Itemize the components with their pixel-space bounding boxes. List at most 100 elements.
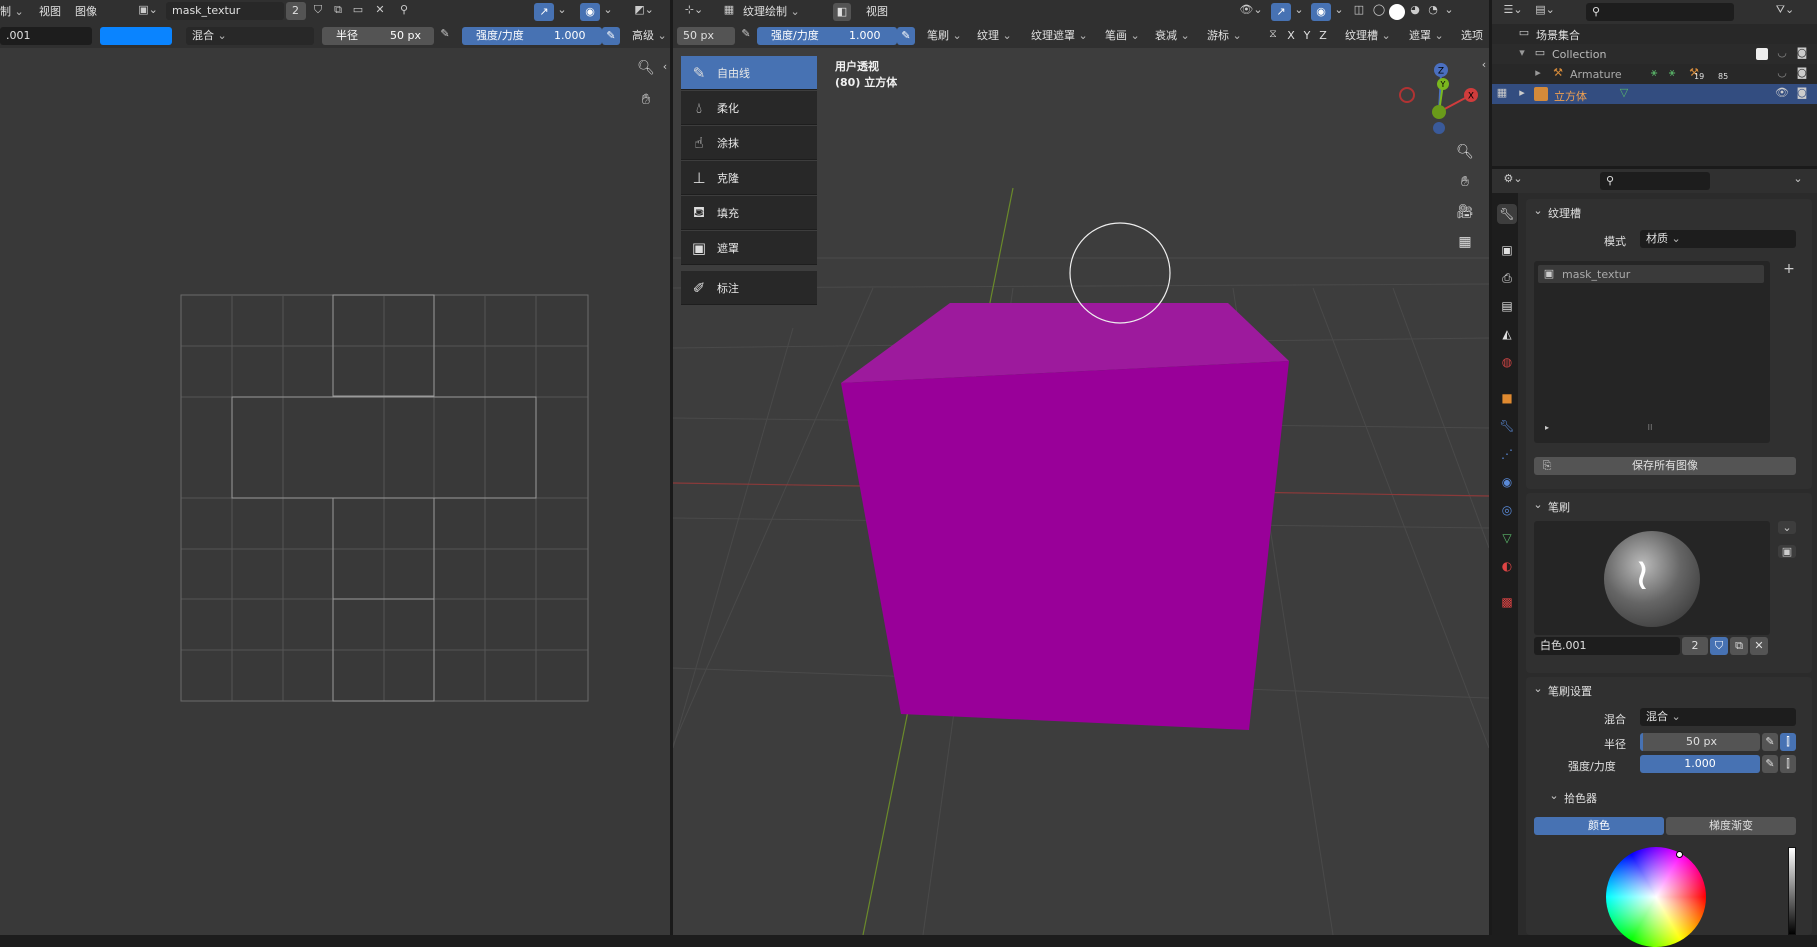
pen-pressure-icon[interactable]: ✎ xyxy=(436,27,454,40)
expand-arrow-icon[interactable]: ▾ xyxy=(1516,46,1528,59)
strength-slider[interactable]: 强度/力度 1.000 xyxy=(757,27,897,45)
panel-collapse-icon[interactable]: ⌄ xyxy=(1548,789,1560,802)
falloff-menu[interactable]: 衰减 xyxy=(1155,27,1190,45)
menu-view[interactable]: 视图 xyxy=(39,3,61,21)
brush-menu[interactable]: 笔刷 xyxy=(927,27,962,45)
view-layer-tab-icon[interactable]: ▤ xyxy=(1497,296,1517,316)
viewport-canvas[interactable]: ✎ 自由线 💧︎ 柔化 ☝︎ 涂抹 ⊥ 克隆 ⛾ 填充 ▣ 遮罩 ✐ 标注 用户… xyxy=(673,48,1489,935)
outliner-row-collection[interactable]: ▾ ▭ Collection ◡ ◙ xyxy=(1492,44,1817,64)
physics-tab-icon[interactable]: ◉ xyxy=(1497,472,1517,492)
grid-view-icon[interactable]: ▦ xyxy=(1453,230,1477,254)
strength-slider[interactable]: 强度/力度 1.000 xyxy=(462,27,602,45)
mirror-x-toggle[interactable]: X xyxy=(1283,27,1299,45)
rendered-shading-icon[interactable]: ◔ xyxy=(1425,3,1441,16)
resize-handle-icon[interactable]: ⁝⁝ xyxy=(1642,423,1658,432)
properties-search-field[interactable]: ⚲ xyxy=(1600,172,1710,190)
value-slider[interactable] xyxy=(1788,847,1796,935)
pen-pressure-icon[interactable]: ✎ xyxy=(1762,755,1778,773)
image-name-field[interactable]: mask_textur xyxy=(166,2,284,20)
tool-fill[interactable]: ⛾ 填充 xyxy=(681,196,817,230)
editor-type-icon[interactable]: ☰⌄ xyxy=(1500,3,1526,16)
expand-arrow-icon[interactable]: ▸ xyxy=(1542,423,1552,432)
duplicate-icon[interactable]: ⧉ xyxy=(330,3,346,17)
tool-clone[interactable]: ⊥ 克隆 xyxy=(681,161,817,195)
view-menu[interactable]: 视图 xyxy=(866,3,888,21)
mirror-y-toggle[interactable]: Y xyxy=(1299,27,1315,45)
panel-collapse-icon[interactable]: ⌄ xyxy=(1532,204,1544,217)
radius-unit-icon[interactable]: ⫿ xyxy=(1780,733,1796,751)
data-tab-icon[interactable]: ▽ xyxy=(1497,528,1517,548)
tool-soften[interactable]: 💧︎ 柔化 xyxy=(681,91,817,125)
tool-mask[interactable]: ▣ 遮罩 xyxy=(681,231,817,265)
tab-gradient[interactable]: 梯度渐变 xyxy=(1666,817,1796,835)
mask-menu[interactable]: 遮罩 xyxy=(1409,27,1444,45)
solid-shading-icon[interactable] xyxy=(1389,4,1405,20)
panel-title[interactable]: 纹理槽 xyxy=(1548,205,1581,221)
chevron-down-icon[interactable]: ⌄ xyxy=(1333,3,1345,16)
expand-arrow-icon[interactable]: ▸ xyxy=(1532,66,1544,79)
tab-color[interactable]: 颜色 xyxy=(1534,817,1664,835)
chevron-down-icon[interactable]: ⌄ xyxy=(1778,521,1796,534)
expand-arrow-icon[interactable]: ▸ xyxy=(1516,86,1528,99)
tool-smear[interactable]: ☝︎ 涂抹 xyxy=(681,126,817,160)
pen-pressure-icon[interactable]: ✎ xyxy=(897,27,915,45)
chevron-down-icon[interactable]: ⌄ xyxy=(1293,3,1305,16)
chevron-down-icon[interactable]: ⌄ xyxy=(602,3,614,16)
chevron-down-icon[interactable]: ⌄ xyxy=(1443,3,1455,16)
color-wheel[interactable] xyxy=(1606,847,1706,947)
texture-slots-menu[interactable]: 纹理槽 xyxy=(1345,27,1391,45)
texture-mask-menu[interactable]: 纹理遮罩 xyxy=(1031,27,1088,45)
fake-user-icon[interactable]: ⛉ xyxy=(1710,637,1728,655)
material-shading-icon[interactable]: ◕ xyxy=(1407,3,1423,16)
tool-tab-icon[interactable]: 🔧︎ xyxy=(1497,204,1517,224)
stroke-menu[interactable]: 笔画 xyxy=(1105,27,1140,45)
zoom-icon[interactable]: 🔍︎ xyxy=(1453,140,1477,164)
render-tab-icon[interactable]: ▣ xyxy=(1497,240,1517,260)
camera-render-icon[interactable]: ◙ xyxy=(1794,66,1810,79)
overlay-icon[interactable]: ◉ xyxy=(580,3,600,21)
pin-icon[interactable]: ⚲ xyxy=(396,3,412,16)
strength-unit-icon[interactable]: ⫿ xyxy=(1780,755,1796,773)
pen-pressure-icon[interactable]: ✎ xyxy=(1762,733,1778,751)
overlay-icon[interactable]: ◉ xyxy=(1311,3,1331,21)
strength-slider[interactable]: 1.000 xyxy=(1640,755,1760,773)
blend-dropdown[interactable]: 混合 xyxy=(1640,708,1796,726)
panel-title[interactable]: 笔刷 xyxy=(1548,499,1570,515)
eye-disabled-icon[interactable]: ◡ xyxy=(1774,66,1790,79)
editor-type-icon[interactable]: ⊹⌄ xyxy=(681,3,707,16)
color-wheel-cursor[interactable] xyxy=(1676,851,1683,858)
xray-icon[interactable]: ◫ xyxy=(1351,3,1367,16)
output-tab-icon[interactable]: ⎙ xyxy=(1497,268,1517,288)
camera-render-icon[interactable]: ◙ xyxy=(1794,86,1810,99)
object-tab-icon[interactable]: ■ xyxy=(1497,388,1517,408)
outliner-row-scene[interactable]: ▭ 场景集合 xyxy=(1492,24,1817,44)
texture-slot-list[interactable]: ▣ mask_textur ▸ ⁝⁝ xyxy=(1534,261,1770,443)
scene-tab-icon[interactable]: ◭ xyxy=(1497,324,1517,344)
pen-pressure-icon[interactable]: ✎ xyxy=(737,27,755,40)
radius-field[interactable]: 50 px xyxy=(677,27,735,45)
outliner-search-field[interactable]: ⚲ xyxy=(1586,3,1734,21)
paint-mask-icon[interactable]: ◧ xyxy=(833,3,851,21)
add-icon[interactable]: + xyxy=(1780,261,1798,277)
panel-collapse-icon[interactable]: ⌄ xyxy=(1532,498,1544,511)
pen-pressure-icon[interactable]: ✎ xyxy=(602,27,620,45)
wireframe-shading-icon[interactable]: ◯ xyxy=(1371,3,1387,16)
close-icon[interactable]: ✕ xyxy=(1750,637,1768,655)
cursor-menu[interactable]: 游标 xyxy=(1207,27,1242,45)
particles-tab-icon[interactable]: ⋰ xyxy=(1497,444,1517,464)
menu-image[interactable]: 图像 xyxy=(75,3,97,21)
brush-users-count[interactable]: 2 xyxy=(1682,637,1708,655)
brush-name-field[interactable]: 白色.001 xyxy=(1534,637,1680,655)
panel-collapse-icon[interactable]: ⌄ xyxy=(1532,682,1544,695)
camera-render-icon[interactable]: ◙ xyxy=(1794,46,1810,59)
mode-dropdown[interactable]: 材质 xyxy=(1640,230,1796,248)
tool-draw[interactable]: ✎ 自由线 xyxy=(681,56,817,90)
eye-icon[interactable]: 👁︎ xyxy=(1774,86,1790,99)
filter-icon[interactable]: ⛛⌄ xyxy=(1772,3,1798,17)
checkbox-icon[interactable] xyxy=(1756,48,1768,60)
visibility-icon[interactable]: 👁︎⌄ xyxy=(1239,3,1263,16)
panel-title[interactable]: 笔刷设置 xyxy=(1548,683,1592,699)
symmetry-icon[interactable]: ⧖ xyxy=(1265,27,1281,41)
navigation-gizmo[interactable]: Z Y X xyxy=(1393,58,1483,148)
mirror-z-toggle[interactable]: Z xyxy=(1315,27,1331,45)
